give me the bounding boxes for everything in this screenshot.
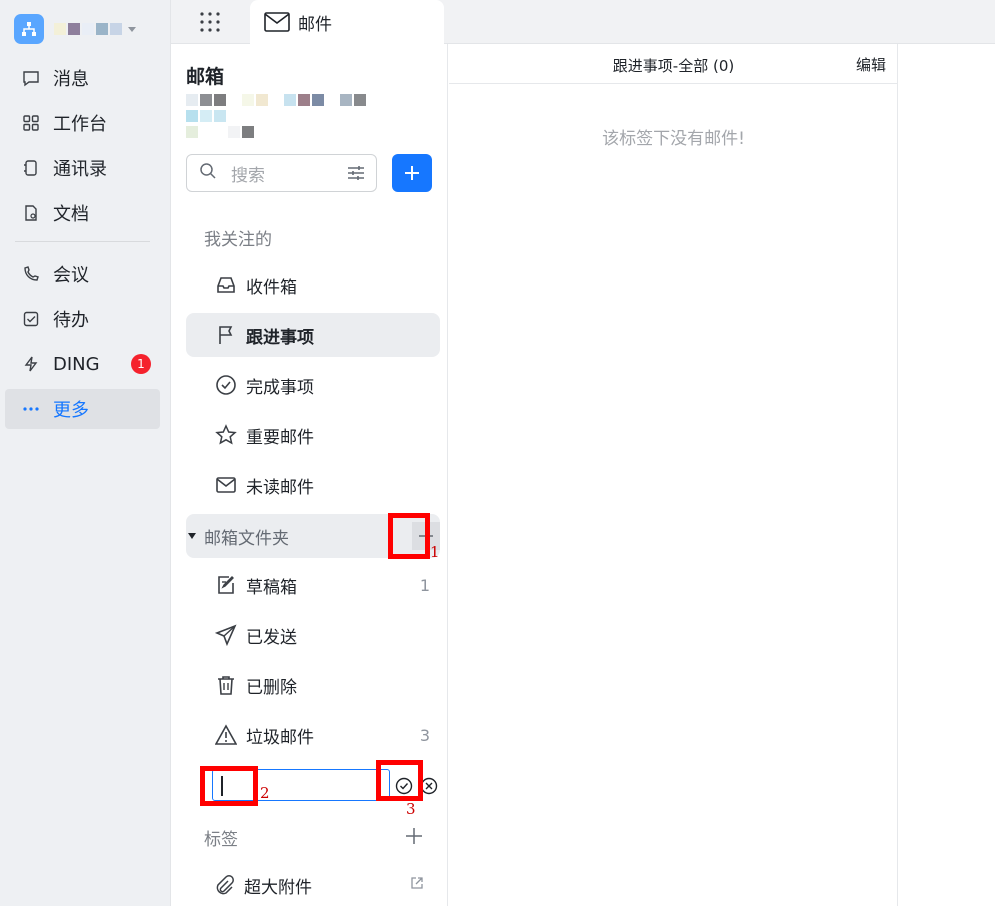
- notification-badge: 1: [131, 354, 151, 374]
- draft-icon: [214, 573, 238, 597]
- folder-unread[interactable]: 未读邮件: [186, 463, 440, 507]
- star-icon: [214, 423, 238, 447]
- top-tab-bar: 邮件: [171, 0, 995, 44]
- folder-inbox[interactable]: 收件箱: [186, 263, 440, 307]
- nav-item-more[interactable]: 更多: [5, 389, 160, 429]
- nav-item-label: 文档: [53, 204, 89, 225]
- annotation-2: 2: [260, 784, 270, 802]
- annotation-box-1: [388, 513, 430, 559]
- nav-item-docs[interactable]: 文档: [5, 193, 160, 233]
- inbox-icon: [214, 273, 238, 297]
- folder-count: 1: [419, 575, 430, 595]
- annotation-3: 3: [406, 800, 416, 818]
- annotation-1: 1: [430, 543, 440, 561]
- nav-item-label: 消息: [53, 69, 89, 90]
- folder-sent[interactable]: 已发送: [186, 613, 440, 657]
- nav-item-label: 更多: [53, 400, 89, 421]
- empty-state-text: 该标签下没有邮件!: [602, 129, 745, 149]
- nav-item-label: 工作台: [53, 114, 107, 135]
- nav-item-messages[interactable]: 消息: [5, 58, 160, 98]
- nav-item-ding[interactable]: DING 1: [5, 344, 160, 384]
- nav-item-label: 会议: [53, 265, 89, 286]
- checkbox-icon: [21, 309, 41, 329]
- search-icon: [199, 162, 217, 185]
- nav-divider: [15, 241, 150, 242]
- folder-followup[interactable]: 跟进事项: [186, 313, 440, 357]
- folder-drafts[interactable]: 草稿箱 1: [186, 563, 440, 607]
- nav-item-workbench[interactable]: 工作台: [5, 103, 160, 143]
- section-followed-label: 我关注的: [204, 230, 272, 250]
- account-blurred: [186, 94, 426, 142]
- contacts-icon: [21, 158, 41, 178]
- org-switcher[interactable]: [14, 14, 136, 44]
- folder-label: 未读邮件: [246, 477, 314, 498]
- folder-label: 收件箱: [246, 277, 297, 298]
- tab-mail[interactable]: 邮件: [250, 0, 444, 44]
- org-name-blurred: [54, 23, 122, 35]
- paperclip-icon: [212, 873, 236, 897]
- folder-label: 跟进事项: [246, 327, 314, 348]
- left-nav: 消息 工作台 通讯录 文档 会议 待办 DING 1 更多: [0, 0, 171, 906]
- folder-label: 超大附件: [244, 877, 312, 898]
- section-folders-label: 邮箱文件夹: [204, 528, 289, 549]
- section-tags-label: 标签: [204, 830, 238, 850]
- external-link-icon: [410, 875, 424, 895]
- folder-spam[interactable]: 垃圾邮件 3: [186, 713, 440, 757]
- folder-label: 草稿箱: [246, 577, 297, 598]
- folder-important[interactable]: 重要邮件: [186, 413, 440, 457]
- folder-label: 已发送: [246, 627, 297, 648]
- mail-sidebar: 邮箱 搜索 我关注的 收件箱 跟进事项 完成事项 重要邮件 未读邮件 邮箱文件夹: [172, 44, 448, 906]
- tab-label: 邮件: [298, 14, 332, 35]
- folder-deleted[interactable]: 已删除: [186, 663, 440, 707]
- folder-label: 已删除: [246, 677, 297, 698]
- phone-icon: [21, 264, 41, 284]
- folder-label: 完成事项: [246, 377, 314, 398]
- chevron-down-icon: [128, 26, 136, 32]
- apps-icon: [21, 113, 41, 133]
- app-grid-icon[interactable]: [199, 11, 221, 33]
- add-tag-button[interactable]: [405, 827, 423, 850]
- flag-icon: [214, 323, 238, 347]
- nav-item-label: 通讯录: [53, 159, 107, 180]
- send-icon: [214, 623, 238, 647]
- mail-list-header: 跟进事项-全部 (0) 编辑: [449, 44, 898, 84]
- mail-icon: [264, 12, 290, 32]
- mail-list-panel: 跟进事项-全部 (0) 编辑 该标签下没有邮件!: [449, 44, 898, 906]
- nav-item-label: 待办: [53, 310, 89, 331]
- search-placeholder: 搜索: [231, 165, 265, 186]
- org-logo-icon: [14, 14, 44, 44]
- folder-label: 重要邮件: [246, 427, 314, 448]
- nav-item-contacts[interactable]: 通讯录: [5, 148, 160, 188]
- warning-icon: [214, 723, 238, 747]
- compose-button[interactable]: [392, 154, 432, 192]
- more-icon: [21, 399, 41, 419]
- folder-count: 3: [419, 725, 430, 745]
- document-icon: [21, 203, 41, 223]
- annotation-box-2: [200, 766, 258, 806]
- nav-list: 消息 工作台 通讯录 文档 会议 待办 DING 1 更多: [5, 58, 160, 434]
- folder-label: 垃圾邮件: [246, 727, 314, 748]
- edit-button[interactable]: 编辑: [856, 54, 886, 75]
- nav-item-meeting[interactable]: 会议: [5, 254, 160, 294]
- nav-item-label: DING: [53, 353, 100, 375]
- large-attachment-item[interactable]: 超大附件: [186, 863, 440, 906]
- check-circle-icon: [214, 373, 238, 397]
- mail-icon: [214, 473, 238, 497]
- caret-down-icon: [188, 533, 196, 539]
- filter-icon[interactable]: [346, 163, 366, 183]
- search-box[interactable]: 搜索: [186, 154, 377, 192]
- lightning-icon: [21, 354, 41, 374]
- nav-item-todo[interactable]: 待办: [5, 299, 160, 339]
- folder-done[interactable]: 完成事项: [186, 363, 440, 407]
- trash-icon: [214, 673, 238, 697]
- mail-list-title: 跟进事项-全部 (0): [612, 57, 735, 75]
- chat-icon: [21, 68, 41, 88]
- annotation-box-3: [376, 760, 423, 801]
- mail-title: 邮箱: [186, 66, 225, 88]
